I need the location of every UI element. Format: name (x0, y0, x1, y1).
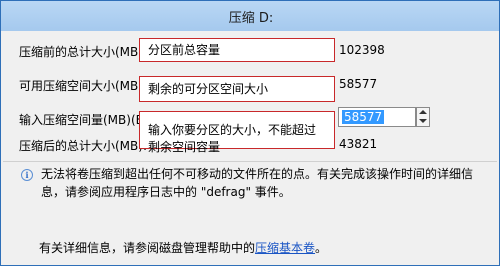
footer-text: 有关详细信息，请参阅磁盘管理帮助中的 (39, 241, 256, 255)
annotation-available-size: 剩余的可分区空间大小 (139, 76, 335, 102)
shrink-amount-stepper[interactable] (416, 107, 430, 127)
info-message: 无法将卷压缩到超出任何不可移动的文件所在的点。有关完成该操作时间的详细信息，请参… (41, 167, 474, 199)
shrink-amount-label: 输入压缩空间量(MB)(E): (19, 113, 152, 127)
footer-end: 。 (315, 241, 328, 255)
dialog-title: 压缩 D: (228, 11, 274, 26)
spin-up-icon[interactable] (419, 110, 427, 114)
annotation-after-size-text: 剩余空间容量 (148, 140, 221, 154)
annotation-total-size: 分区前总容量 (139, 38, 335, 62)
divider (3, 161, 497, 162)
info-icon: i (21, 169, 33, 181)
shrink-amount-value: 58577 (342, 110, 385, 124)
shrink-basic-volume-link[interactable]: 压缩基本卷 (255, 241, 315, 255)
after-size-value: 43821 (339, 137, 378, 151)
shrink-amount-input[interactable]: 58577 (338, 107, 416, 127)
available-size-label: 可用压缩空间大小(MB): (19, 79, 147, 93)
spin-down-icon[interactable] (419, 119, 427, 123)
total-size-label: 压缩前的总计大小(MB): (19, 45, 147, 59)
annotation-shrink-amount: 输入你要分区的大小，不能超过 剩余空间容量 (139, 111, 335, 154)
help-footer: 有关详细信息，请参阅磁盘管理帮助中的压缩基本卷。 (39, 239, 327, 256)
title-bar[interactable]: 压缩 D: (1, 1, 499, 32)
annotation-shrink-amount-text: 输入你要分区的大小，不能超过 (148, 123, 317, 137)
shrink-dialog: 压缩 D: 压缩前的总计大小(MB): 分区前总容量 102398 可用压缩空间… (0, 0, 500, 266)
total-size-value: 102398 (339, 43, 385, 57)
after-size-label: 压缩后的总计大小(MB): (19, 139, 147, 153)
dialog-content: 压缩前的总计大小(MB): 分区前总容量 102398 可用压缩空间大小(MB)… (1, 31, 499, 265)
available-size-value: 58577 (339, 77, 378, 91)
